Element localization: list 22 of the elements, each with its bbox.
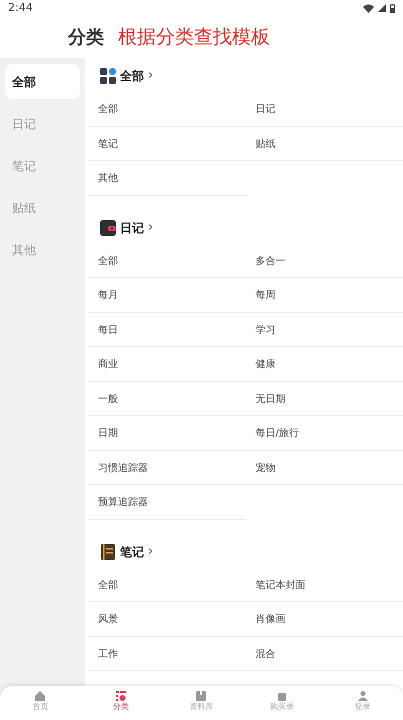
diary-icon <box>100 220 116 236</box>
notebook-icon <box>100 544 116 560</box>
cart-icon <box>276 690 288 702</box>
signal-icon <box>378 4 386 12</box>
section-title[interactable]: 笔记 <box>120 542 144 560</box>
user-icon <box>356 690 369 702</box>
chevron-icon[interactable]: › <box>148 218 154 238</box>
chevron-icon[interactable]: › <box>148 66 154 86</box>
battery-icon <box>390 4 395 12</box>
sidebar-item[interactable]: 全部 <box>5 64 80 99</box>
section-title[interactable]: 全部 <box>120 67 144 85</box>
section-title[interactable]: 日记 <box>120 218 144 236</box>
nav-tab[interactable]: 分类 <box>80 686 162 720</box>
page-subtitle: 根据分类查找模板 <box>118 24 270 50</box>
page-title: 分类 <box>68 26 104 50</box>
grid-icon <box>100 68 116 84</box>
category-icon <box>114 690 127 702</box>
library-icon <box>195 690 208 702</box>
chevron-icon[interactable]: › <box>148 542 154 562</box>
status-time: 2:44 <box>8 0 33 16</box>
wifi-icon <box>363 4 374 12</box>
home-icon <box>34 690 46 702</box>
